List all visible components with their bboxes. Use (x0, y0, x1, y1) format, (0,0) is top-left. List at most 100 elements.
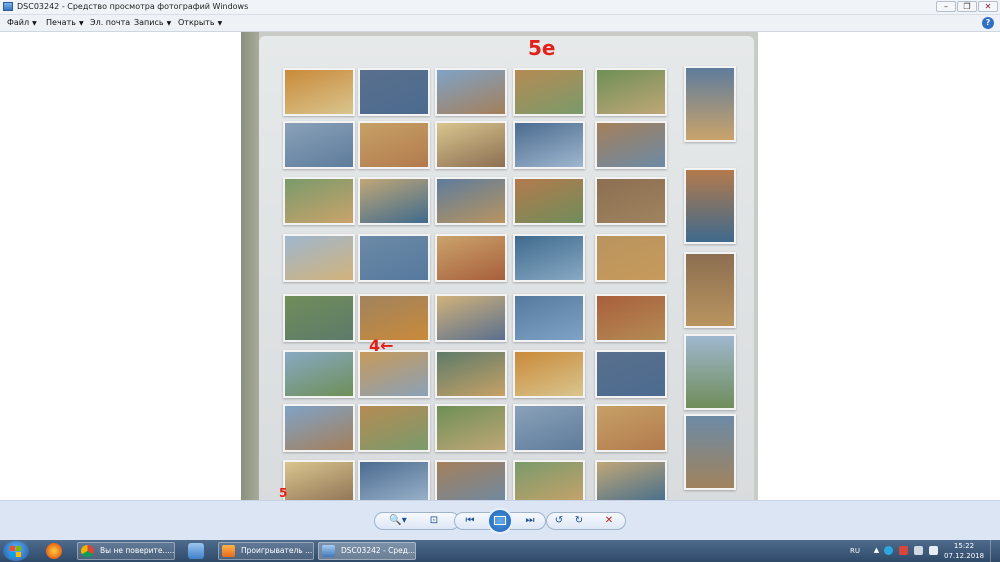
photo-background (241, 32, 259, 500)
menu-open-label: Открыть (178, 18, 215, 27)
skype-icon[interactable] (884, 546, 893, 555)
postcard (283, 460, 355, 500)
postcard (513, 294, 585, 342)
chevron-down-icon: ▼ (217, 20, 223, 27)
menu-open[interactable]: Открыть ▼ (178, 17, 222, 30)
zoom-group: 🔍▾ ⊡ (374, 512, 460, 530)
postcard (595, 350, 667, 398)
photo-viewer-icon (322, 545, 335, 557)
window-title: DSC03242 - Средство просмотра фотографий… (17, 2, 249, 11)
postcard (358, 350, 430, 398)
zoom-button[interactable]: 🔍▾ (385, 513, 411, 529)
clock-time: 15:22 (953, 542, 975, 550)
postcard (435, 350, 507, 398)
rotate-ccw-button[interactable]: ↺ (551, 513, 567, 529)
postcard (513, 350, 585, 398)
postcard (595, 121, 667, 169)
postcard (595, 294, 667, 342)
start-button[interactable] (3, 541, 29, 561)
postcard (435, 121, 507, 169)
windows-logo-part (16, 552, 21, 557)
show-desktop-button[interactable] (990, 540, 1000, 562)
chevron-down-icon: ▼ (166, 20, 172, 27)
slideshow-button[interactable] (487, 508, 513, 534)
postcard (358, 460, 430, 500)
next-button[interactable]: ⏭ (521, 513, 539, 529)
postcard (435, 68, 507, 116)
postcard (595, 68, 667, 116)
menu-file-label: Файл (7, 18, 30, 27)
menu-email[interactable]: Эл. почта (90, 17, 130, 29)
chevron-down-icon: ▼ (78, 20, 84, 27)
postcard (358, 177, 430, 225)
menu-print[interactable]: Печать ▼ (46, 17, 84, 30)
fit-window-button[interactable]: ⊡ (425, 513, 443, 529)
windows-logo-part (16, 546, 21, 551)
taskbar-media-player-label: Проигрыватель ... (241, 546, 313, 555)
rotate-cw-button[interactable]: ↻ (571, 513, 587, 529)
postcard (513, 404, 585, 452)
postcard (684, 414, 736, 490)
taskbar-chrome-window[interactable]: Вы не поверите...... (77, 542, 175, 560)
postcard (435, 294, 507, 342)
menu-email-label: Эл. почта (90, 18, 131, 27)
taskbar: Вы не поверите...... Проигрыватель ... D… (0, 540, 1000, 562)
postcard (435, 177, 507, 225)
minimize-button[interactable]: – (936, 1, 956, 12)
photo-viewer-app-icon (3, 2, 13, 11)
postcard (513, 460, 585, 500)
chevron-down-icon: ▼ (32, 20, 37, 27)
postcard (435, 404, 507, 452)
menu-file[interactable]: Файл ▼ (7, 17, 37, 30)
network-icon[interactable] (914, 546, 923, 555)
taskbar-photo-viewer[interactable]: DSC03242 - Сред... (318, 542, 416, 560)
menu-burn[interactable]: Запись ▼ (134, 17, 171, 30)
language-indicator[interactable]: RU (850, 540, 860, 562)
close-button[interactable]: ✕ (978, 1, 998, 12)
system-clock[interactable]: 15:22 07.12.2018 (944, 541, 984, 561)
taskbar-chrome-label: Вы не поверите...... (100, 546, 175, 555)
postcard (595, 404, 667, 452)
windows-logo-icon (10, 546, 15, 551)
postcard (513, 234, 585, 282)
media-player-icon (222, 545, 235, 557)
maximize-button[interactable]: ❐ (957, 1, 977, 12)
postcard (358, 234, 430, 282)
postcard (283, 350, 355, 398)
annotation-top: 5е (528, 36, 556, 60)
taskbar-media-player[interactable]: Проигрыватель ... (218, 542, 314, 560)
postcard (595, 177, 667, 225)
taskbar-photo-viewer-label: DSC03242 - Сред... (341, 546, 416, 555)
postcard (283, 121, 355, 169)
postcard (513, 68, 585, 116)
postcard (513, 177, 585, 225)
notification-icon[interactable] (899, 546, 908, 555)
firefox-icon[interactable] (46, 543, 62, 559)
show-hidden-icons[interactable]: ▲ (872, 546, 881, 555)
postcard (684, 252, 736, 328)
edit-group: ↺ ↻ ✕ (546, 512, 626, 530)
postcard (283, 404, 355, 452)
postcard (358, 294, 430, 342)
postcard (358, 68, 430, 116)
postcard (358, 121, 430, 169)
postcard (435, 460, 507, 500)
postcard (513, 121, 585, 169)
computer-icon[interactable] (188, 543, 204, 559)
displayed-photo: 5е 4← 5 (241, 32, 758, 500)
postcard (435, 234, 507, 282)
postcard (595, 460, 667, 500)
windows-logo-part (10, 552, 15, 557)
help-icon[interactable]: ? (982, 17, 994, 29)
volume-icon[interactable] (929, 546, 938, 555)
annotation-bottom: 5 (279, 486, 288, 500)
postcard (283, 294, 355, 342)
annotation-middle: 4← (369, 336, 394, 355)
previous-button[interactable]: ⏮ (461, 513, 479, 529)
postcard (283, 177, 355, 225)
chrome-icon (81, 545, 94, 557)
postcard (684, 334, 736, 410)
postcard (595, 234, 667, 282)
menu-print-label: Печать (46, 18, 76, 27)
delete-button[interactable]: ✕ (601, 513, 617, 529)
